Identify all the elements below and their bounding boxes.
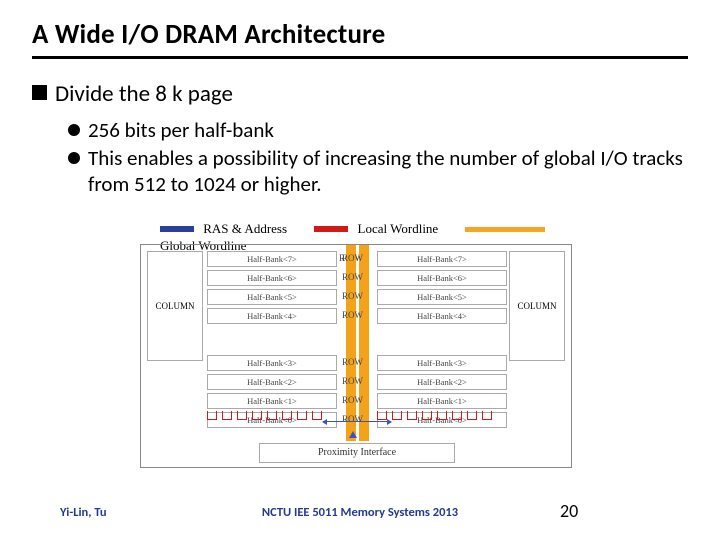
footer-course: NCTU IEE 5011 Memory Systems 2013 — [0, 505, 720, 520]
bullet-level2-b: This enables a possibility of increasing… — [68, 145, 688, 198]
bitline-brackets-left — [207, 407, 337, 417]
disc-bullet-icon — [68, 124, 80, 136]
row-label: ROW — [342, 395, 363, 405]
bullet1-text: Divide the 8 k page — [55, 80, 233, 108]
bullet-level1: Divide the 8 k page — [32, 80, 233, 108]
half-bank-cell: Half-Bank<2> — [377, 374, 507, 390]
row-label: ROW — [342, 376, 363, 386]
slide-title: A Wide I/O DRAM Architecture — [32, 18, 385, 51]
half-bank-cell: Half-Bank<3> — [377, 355, 507, 371]
half-bank-cell: Half-Bank<6> — [377, 270, 507, 286]
column-label-left: COLUMN — [155, 301, 194, 311]
up-arrow-icon — [349, 431, 357, 438]
legend-swatch-ras — [160, 226, 194, 232]
half-bank-cell: Half-Bank<5> — [377, 289, 507, 305]
sub1-text: 256 bits per half-bank — [88, 117, 274, 143]
row-label: ROW — [342, 414, 363, 424]
column-block-left: COLUMN — [147, 251, 203, 361]
half-bank-cell: Half-Bank<7> — [207, 251, 337, 267]
half-bank-cell: Half-Bank<6> — [207, 270, 337, 286]
legend-label-local: Local Wordline — [358, 221, 439, 236]
column-block-right: COLUMN — [509, 251, 565, 361]
title-underline — [32, 56, 688, 59]
legend-swatch-local — [314, 226, 348, 232]
half-bank-cell: Half-Bank<4> — [207, 308, 337, 324]
column-label-right: COLUMN — [517, 301, 556, 311]
legend-swatch-global — [465, 227, 545, 232]
square-bullet-icon — [32, 85, 47, 100]
half-bank-cell: Half-Bank<4> — [377, 308, 507, 324]
row-label: ROW — [342, 291, 363, 301]
bank-diagram: RAS & Address Local Wordline Global Word… — [140, 220, 570, 470]
width-arrow — [323, 421, 391, 422]
bank-outline: COLUMN COLUMN ROW Half-Bank<7> Half-Bank<… — [140, 244, 572, 468]
row-label: ROW — [342, 253, 363, 263]
half-bank-cell: Half-Bank<2> — [207, 374, 337, 390]
row-label: ROW — [342, 272, 363, 282]
row-label: ROW — [342, 310, 363, 320]
proximity-interface: Proximity Interface — [259, 443, 455, 463]
disc-bullet-icon — [68, 152, 80, 164]
bitline-brackets-right — [377, 407, 507, 417]
bullet-level2-a: 256 bits per half-bank — [68, 117, 688, 143]
half-bank-cell: Half-Bank<7> — [377, 251, 507, 267]
row-label: ROW — [342, 357, 363, 367]
sub2-text: This enables a possibility of increasing… — [88, 145, 684, 198]
half-bank-cell: Half-Bank<3> — [207, 355, 337, 371]
legend-label-ras: RAS & Address — [203, 221, 287, 236]
half-bank-cell: Half-Bank<5> — [207, 289, 337, 305]
footer-page-number: 20 — [560, 500, 578, 522]
